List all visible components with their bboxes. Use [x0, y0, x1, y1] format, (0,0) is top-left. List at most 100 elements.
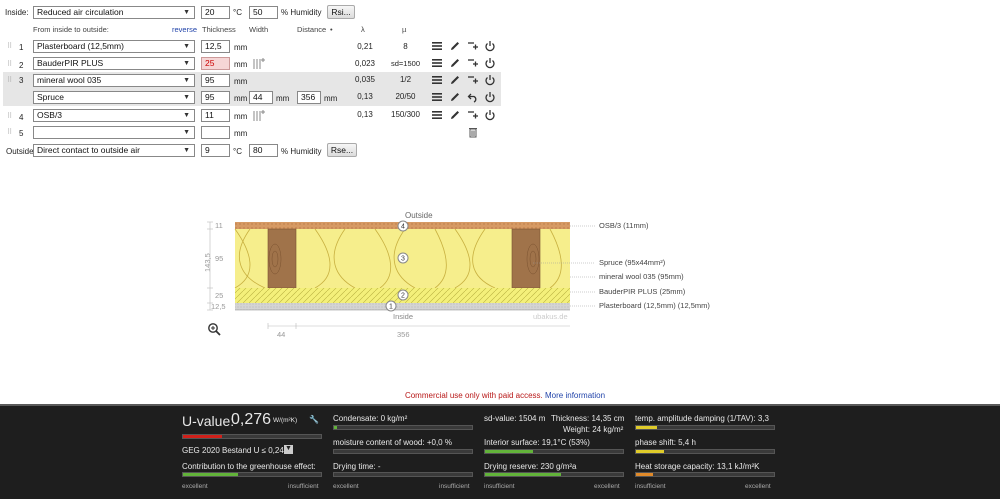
outside-climate-select[interactable]: Direct contact to outside air ▼ [33, 144, 195, 157]
batten-distance-input[interactable]: 356 [297, 91, 321, 104]
layer-menu-icon[interactable] [431, 40, 443, 52]
add-batten-icon[interactable] [252, 56, 265, 69]
column-from: From inside to outside: [33, 25, 109, 34]
scale-insufficient: insufficient [484, 483, 515, 490]
layer-marker: 1 [389, 304, 393, 311]
edit-pencil-icon[interactable] [449, 109, 461, 121]
thickness-unit: mm [234, 129, 248, 138]
layer-number: 1 [19, 43, 24, 52]
edit-pencil-icon[interactable] [449, 57, 461, 69]
batten-width-input[interactable]: 44 [249, 91, 273, 104]
watermark: ubakus.de [533, 312, 568, 321]
commercial-notice: Commercial use only with paid access. [404, 391, 543, 400]
layer-thickness-input[interactable]: 11 [201, 109, 230, 122]
layer-menu-icon[interactable] [431, 57, 443, 69]
dimension-label: 25 [215, 291, 223, 300]
zoom-icon[interactable] [207, 322, 221, 336]
edit-pencil-icon[interactable] [449, 74, 461, 86]
outside-temp-unit: °C [233, 147, 242, 156]
column-mu: µ [402, 25, 407, 34]
drag-handle-icon[interactable]: ⠿ [7, 61, 12, 68]
delete-trash-icon[interactable] [467, 126, 479, 138]
dimension-label: 44 [277, 330, 285, 339]
condensate-value: Condensate: 0 kg/m² [333, 414, 408, 423]
drag-handle-icon[interactable]: ⠿ [7, 43, 12, 50]
undo-icon[interactable] [467, 91, 479, 103]
add-layer-icon[interactable] [467, 109, 479, 121]
scale-excellent: excellent [745, 483, 771, 490]
layer-number: 5 [19, 129, 24, 138]
chevron-down-icon: ▼ [183, 60, 190, 67]
mu-value: 8 [403, 42, 408, 51]
drag-handle-icon[interactable]: ⠿ [7, 77, 12, 84]
more-information-link[interactable]: More information [545, 391, 605, 400]
add-layer-icon[interactable] [467, 40, 479, 52]
layer-marker: 4 [401, 224, 405, 231]
rse-button[interactable]: Rse... [327, 143, 357, 157]
sort-icon[interactable]: • [330, 25, 333, 34]
thickness-unit: mm [234, 60, 248, 69]
power-toggle-icon[interactable] [484, 109, 496, 121]
layer-menu-icon[interactable] [431, 74, 443, 86]
chevron-down-icon: ▼ [183, 9, 190, 16]
layer-marker: 2 [401, 293, 405, 300]
rsi-button[interactable]: Rsi... [327, 5, 355, 19]
drag-handle-icon[interactable]: ⠿ [7, 129, 12, 136]
power-toggle-icon[interactable] [484, 40, 496, 52]
layer-number: 4 [19, 113, 24, 122]
drying-reserve-gauge [484, 472, 624, 477]
scale-excellent: excellent [594, 483, 620, 490]
thickness-unit: mm [234, 112, 248, 121]
chevron-down-icon: ▼ [183, 147, 190, 154]
amplitude-damping-value: temp. amplitude damping (1/TAV): 3,3 [635, 414, 769, 423]
outside-temp-input[interactable]: 9 [201, 144, 230, 157]
layer-thickness-input[interactable]: 25 [201, 57, 230, 70]
dimension-label: 356 [397, 330, 410, 339]
chevron-down-icon: ▼ [183, 112, 190, 119]
phase-shift-value: phase shift: 5,4 h [635, 438, 696, 447]
power-toggle-icon[interactable] [484, 74, 496, 86]
layer-thickness-input[interactable]: 12,5 [201, 40, 230, 53]
layer-material-select[interactable]: OSB/3 ▼ [33, 109, 195, 122]
chevron-down-icon: ▼ [183, 43, 190, 50]
layer-menu-icon[interactable] [431, 91, 443, 103]
lambda-value: 0,13 [357, 92, 373, 101]
heat-storage-gauge [635, 472, 775, 477]
uvalue-unit: W/(m²K) [273, 417, 298, 424]
inside-temp-unit: °C [233, 8, 242, 17]
lambda-value: 0,035 [354, 75, 376, 84]
add-layer-icon[interactable] [467, 57, 479, 69]
layer-material-select[interactable]: ▼ [33, 126, 195, 139]
layer-material-select[interactable]: mineral wool 035 ▼ [33, 74, 195, 87]
power-toggle-icon[interactable] [484, 57, 496, 69]
layer-menu-icon[interactable] [431, 109, 443, 121]
layer-material-select[interactable]: Plasterboard (12,5mm) ▼ [33, 40, 195, 53]
edit-pencil-icon[interactable] [449, 91, 461, 103]
add-batten-icon[interactable] [252, 108, 265, 121]
layer-material-select[interactable]: Spruce ▼ [33, 91, 195, 104]
layer-thickness-input[interactable]: 95 [201, 91, 230, 104]
layer-thickness-input[interactable] [201, 126, 230, 139]
wrench-icon[interactable]: 🔧 [309, 415, 319, 424]
heat-storage-value: Heat storage capacity: 13,1 kJ/m²K [635, 462, 760, 471]
outside-humidity-input[interactable]: 80 [249, 144, 278, 157]
layer-caption: Plasterboard (12,5mm) (12,5mm) [599, 301, 710, 310]
edit-pencil-icon[interactable] [449, 40, 461, 52]
drag-handle-icon[interactable]: ⠿ [7, 113, 12, 120]
inside-climate-select[interactable]: Reduced air circulation ▼ [33, 6, 195, 19]
drying-time-gauge [333, 472, 473, 477]
add-layer-icon[interactable] [467, 74, 479, 86]
layer-thickness-input[interactable]: 95 [201, 74, 230, 87]
layer-material-select[interactable]: BauderPIR PLUS ▼ [33, 57, 195, 70]
inside-humidity-input[interactable]: 50 [249, 6, 278, 19]
reverse-link[interactable]: reverse [172, 25, 197, 34]
uvalue-gauge [182, 434, 322, 439]
geg-dropdown-icon[interactable]: ▼ [284, 445, 293, 454]
scale-insufficient: insufficient [635, 483, 666, 490]
power-toggle-icon[interactable] [484, 91, 496, 103]
mu-value: sd=1500 [391, 59, 420, 68]
layer-caption: mineral wool 035 (95mm) [599, 272, 684, 281]
uvalue-label: U-value: [182, 413, 235, 429]
chevron-down-icon: ▼ [183, 94, 190, 101]
inside-temp-input[interactable]: 20 [201, 6, 230, 19]
